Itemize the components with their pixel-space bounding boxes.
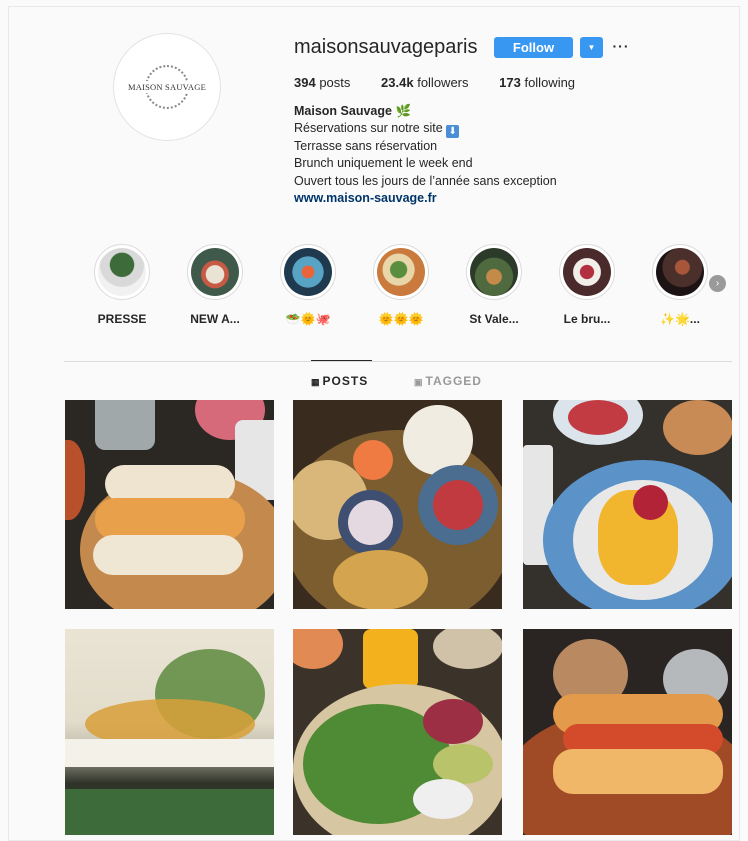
highlights-next-button[interactable]: › — [709, 275, 726, 292]
highlight-cover — [284, 248, 332, 296]
bio-line-4: Ouvert tous les jours de l’année sans ex… — [294, 173, 557, 188]
following-stat[interactable]: 173 following — [499, 75, 575, 90]
highlight-cover — [470, 248, 518, 296]
highlight-label: Le bru... — [563, 312, 611, 326]
post-thumbnail[interactable] — [523, 400, 732, 609]
highlight-sun[interactable]: 🌞🌞🌞 — [366, 244, 436, 326]
follow-button[interactable]: Follow — [494, 37, 573, 58]
chevron-right-icon: › — [715, 278, 720, 289]
highlight-label: 🌞🌞🌞 — [378, 312, 424, 326]
avatar-logo-text: MAISON SAUVAGE — [126, 81, 208, 93]
highlight-label: NEW A... — [190, 312, 240, 326]
tag-icon: ▣ — [414, 377, 423, 387]
highlight-salad[interactable]: 🥗🌞🐙 — [273, 244, 343, 326]
more-options-button[interactable]: ··· — [612, 36, 630, 56]
highlight-le-brunch[interactable]: Le bru... — [552, 244, 622, 326]
post-thumbnail[interactable] — [293, 400, 502, 609]
highlight-new-a[interactable]: NEW A... — [180, 244, 250, 326]
highlight-cover — [98, 248, 146, 296]
highlight-label: ✨🌟... — [660, 312, 700, 326]
highlight-cover — [563, 248, 611, 296]
profile-avatar[interactable]: MAISON SAUVAGE — [113, 33, 221, 141]
suggestions-dropdown-button[interactable]: ▼ — [580, 37, 603, 58]
caret-down-icon: ▼ — [587, 43, 596, 52]
profile-stats: 394 posts 23.4k followers 173 following — [294, 75, 602, 90]
highlight-label: PRESSE — [97, 312, 147, 326]
profile-username: maisonsauvageparis — [294, 36, 478, 58]
bio-name-line: Maison Sauvage 🌿 — [294, 103, 557, 120]
profile-bio: Maison Sauvage 🌿 Réservations sur notre … — [294, 103, 557, 207]
active-tab-indicator — [311, 360, 372, 361]
bio-line-2: Terrasse sans réservation — [294, 139, 438, 154]
posts-stat: 394 posts — [294, 75, 351, 90]
bio-line-1: Réservations sur notre site ⬇ — [294, 120, 557, 139]
post-thumbnail[interactable] — [523, 629, 732, 835]
highlight-cover — [377, 248, 425, 296]
highlight-st-valentin[interactable]: St Vale... — [459, 244, 529, 326]
grid-icon: ▦ — [311, 377, 320, 387]
highlight-presse[interactable]: PRESSE — [87, 244, 157, 326]
highlight-label: 🥗🌞🐙 — [285, 312, 331, 326]
tab-posts[interactable]: ▦ POSTS — [311, 374, 368, 388]
down-arrow-icon: ⬇ — [446, 125, 460, 139]
leaf-icon: 🌿 — [395, 104, 412, 118]
post-thumbnail[interactable] — [65, 629, 274, 835]
bio-line-3: Brunch uniquement le week end — [294, 156, 473, 171]
followers-stat[interactable]: 23.4k followers — [381, 75, 468, 90]
highlight-cover — [191, 248, 239, 296]
highlight-label: St Vale... — [469, 312, 519, 326]
tab-tagged[interactable]: ▣ TAGGED — [414, 374, 482, 388]
post-thumbnail[interactable] — [65, 400, 274, 609]
website-link[interactable]: www.maison-sauvage.fr — [294, 190, 557, 207]
highlight-stars[interactable]: ✨🌟... — [645, 244, 715, 326]
post-thumbnail[interactable] — [293, 629, 502, 835]
tabs-divider — [64, 361, 732, 362]
highlight-cover — [656, 248, 704, 296]
bio-name: Maison Sauvage — [294, 104, 392, 118]
